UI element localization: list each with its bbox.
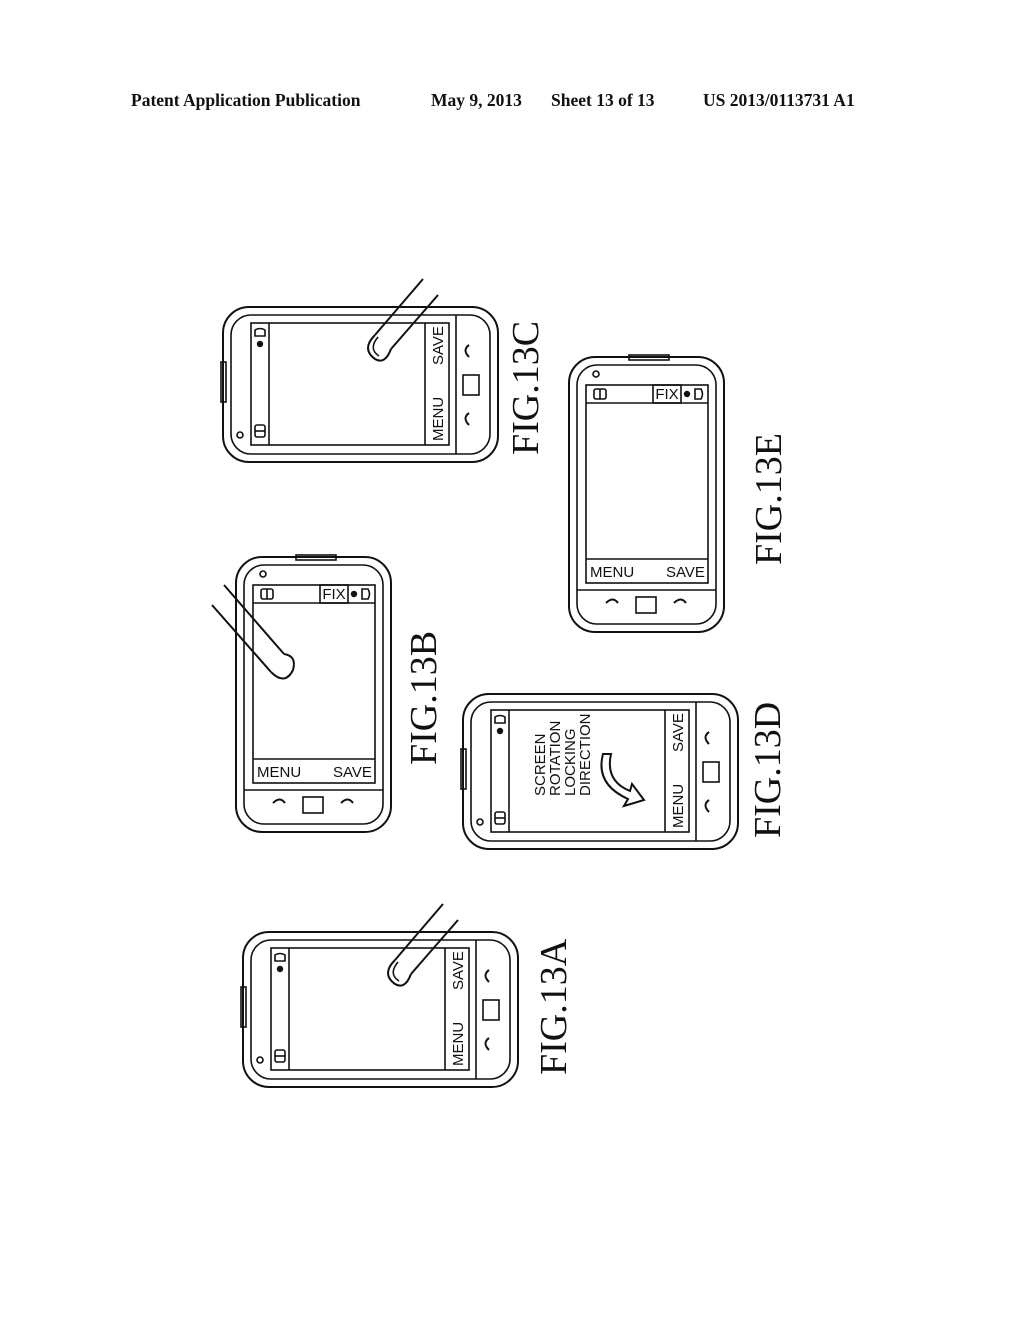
softkey-menu[interactable]: MENU — [450, 1022, 467, 1066]
phone: MENU SAVE — [240, 903, 519, 1088]
bell-icon — [361, 588, 371, 600]
softkey-menu[interactable]: MENU — [670, 784, 687, 828]
softkey-save[interactable]: SAVE — [666, 564, 705, 581]
call-key-icon[interactable] — [464, 344, 470, 358]
figure-label: FIG.13C — [505, 321, 547, 455]
camera-dot — [256, 1056, 264, 1064]
status-icons — [593, 388, 704, 400]
end-key-icon[interactable] — [272, 798, 286, 804]
finger-touch-icon — [387, 903, 459, 987]
softkey-menu[interactable]: MENU — [430, 397, 447, 441]
figure-label: FIG.13D — [747, 702, 789, 838]
home-key[interactable] — [635, 596, 657, 614]
fix-button-label: FIX — [322, 586, 345, 603]
curved-arrow-icon — [600, 753, 646, 808]
home-key[interactable] — [482, 999, 500, 1021]
status-icons — [260, 588, 371, 600]
call-key-icon[interactable] — [704, 731, 710, 745]
message-line: DIRECTION — [577, 714, 594, 797]
softkey-save[interactable]: SAVE — [430, 326, 447, 365]
lock-icon — [496, 727, 504, 735]
status-icons — [494, 714, 506, 825]
figure-13a: MENU SAVE FIG.13A — [240, 903, 575, 1088]
softkey-menu[interactable]: MENU — [590, 564, 634, 581]
phone-bezel — [470, 701, 731, 842]
softkey-save[interactable]: SAVE — [333, 764, 372, 781]
camera-dot — [259, 570, 267, 578]
camera-dot — [592, 370, 600, 378]
figure-13c: MENU SAVE FIG.13C — [220, 278, 547, 463]
rotation-lock-message: SCREENROTATIONLOCKINGDIRECTION — [532, 714, 646, 808]
fix-button[interactable]: FIX — [319, 584, 349, 604]
fix-button[interactable]: FIX — [652, 384, 682, 404]
bell-icon — [274, 952, 286, 962]
figure-13d: MENU SAVE SCREENROTATIONLOCKINGDIRECTION FI… — [460, 693, 789, 850]
bell-icon — [494, 714, 506, 724]
camera-dot — [236, 431, 244, 439]
lock-icon — [683, 390, 691, 398]
phone: FIX MENU SAVE — [568, 354, 725, 633]
end-key-icon[interactable] — [704, 799, 710, 813]
home-key[interactable] — [302, 796, 324, 814]
lock-icon — [350, 590, 358, 598]
home-key[interactable] — [462, 374, 480, 396]
bell-icon — [254, 327, 266, 337]
figure-13e: FIX MENU SAVE FIG.13E — [568, 354, 790, 633]
home-key[interactable] — [702, 761, 720, 783]
phone-bezel — [250, 939, 511, 1080]
display-frame — [585, 384, 709, 584]
phone-bezel — [576, 364, 717, 625]
figure-13b: FIX MENU SAVE FIG.13B — [211, 554, 445, 833]
softkey-menu[interactable]: MENU — [257, 764, 301, 781]
figure-label: FIG.13A — [533, 938, 575, 1075]
softkey-save[interactable]: SAVE — [450, 951, 467, 990]
finger-touch-icon — [367, 278, 439, 362]
phone: MENU SAVE SCREENROTATIONLOCKINGDIRECTION — [460, 693, 739, 850]
end-key-icon[interactable] — [605, 598, 619, 604]
display-frame — [250, 322, 450, 446]
status-icons — [254, 327, 266, 438]
lock-icon — [276, 965, 284, 973]
figure-label: FIG.13E — [748, 433, 790, 565]
call-key-icon[interactable] — [673, 598, 687, 604]
status-icons — [274, 952, 286, 1063]
phone-bezel — [243, 564, 384, 825]
bell-icon — [694, 388, 704, 400]
patent-figures: MENU SAVE FIG.13A FIX MENU SAVE FIG.13B MENU SAV… — [211, 278, 790, 1088]
end-key-icon[interactable] — [464, 412, 470, 426]
phone: MENU SAVE — [220, 278, 499, 463]
display-frame — [270, 947, 470, 1071]
softkey-save[interactable]: SAVE — [670, 713, 687, 752]
end-key-icon[interactable] — [484, 1037, 490, 1051]
lock-icon — [256, 340, 264, 348]
call-key-icon[interactable] — [484, 969, 490, 983]
display-frame — [252, 584, 376, 784]
figure-label: FIG.13B — [403, 631, 445, 765]
fix-button-label: FIX — [655, 386, 678, 403]
phone-bezel — [230, 314, 491, 455]
camera-dot — [476, 818, 484, 826]
call-key-icon[interactable] — [340, 798, 354, 804]
phone: FIX MENU SAVE — [235, 554, 392, 833]
